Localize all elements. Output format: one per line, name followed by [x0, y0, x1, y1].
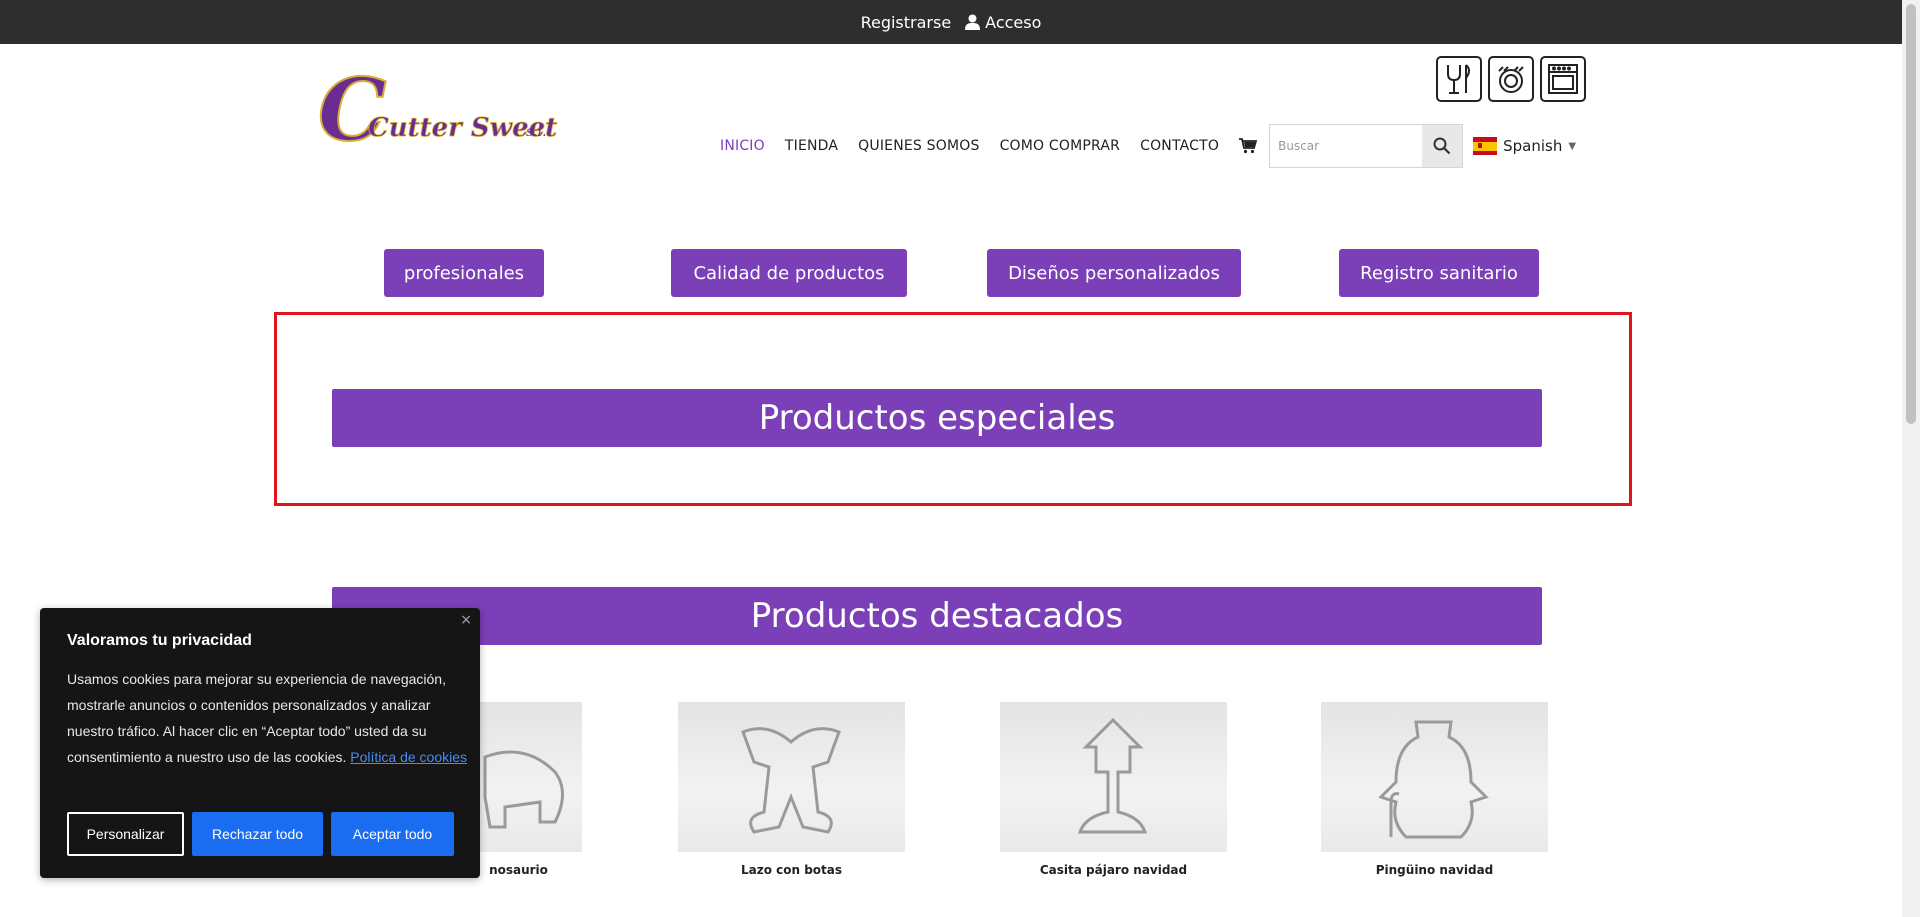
cookie-title: Valoramos tu privacidad	[67, 632, 252, 649]
oven-safe-icon	[1540, 56, 1586, 102]
featured-products-banner: Productos destacados	[332, 587, 1542, 645]
search-button[interactable]	[1422, 125, 1463, 167]
nav-item-como-comprar[interactable]: COMO COMPRAR	[1000, 138, 1121, 154]
scrollbar-thumb[interactable]	[1906, 4, 1916, 424]
cookie-buttons: Personalizar Rechazar todo Aceptar todo	[67, 812, 454, 856]
product-card: Pingüino navidad	[1321, 702, 1548, 877]
pill-profesionales[interactable]: profesionales	[384, 249, 544, 297]
close-icon[interactable]: ×	[460, 612, 472, 628]
pill-disenos-personalizados[interactable]: Diseños personalizados	[987, 249, 1241, 297]
site-logo[interactable]: C Cutter Sweet s.l.	[316, 59, 566, 162]
nav-item-tienda[interactable]: TIENDA	[785, 138, 838, 154]
cookie-body: Usamos cookies para mejorar su experienc…	[67, 666, 467, 770]
login-label: Acceso	[985, 12, 1042, 32]
user-icon	[965, 14, 981, 30]
product-card: Casita pájaro navidad	[1000, 702, 1227, 877]
reject-all-button[interactable]: Rechazar todo	[192, 812, 323, 856]
product-name[interactable]: Pingüino navidad	[1321, 863, 1548, 877]
special-products-banner: Productos especiales	[332, 389, 1542, 447]
pill-calidad-productos[interactable]: Calidad de productos	[671, 249, 907, 297]
accept-all-button[interactable]: Aceptar todo	[331, 812, 454, 856]
pill-registro-sanitario[interactable]: Registro sanitario	[1339, 249, 1539, 297]
caret-down-icon: ▼	[1568, 140, 1577, 152]
search-icon	[1433, 137, 1451, 155]
svg-text:s.l.: s.l.	[526, 124, 547, 140]
certification-icons	[1436, 56, 1586, 102]
top-bar: Registrarse Acceso	[0, 0, 1902, 44]
search-input[interactable]	[1270, 125, 1423, 167]
product-name[interactable]: Lazo con botas	[678, 863, 905, 877]
product-name[interactable]: Casita pájaro navidad	[1000, 863, 1227, 877]
login-link[interactable]: Acceso	[965, 13, 1041, 32]
nav-item-contacto[interactable]: CONTACTO	[1140, 138, 1219, 154]
language-selector[interactable]: Spanish ▼	[1473, 137, 1576, 155]
search-box	[1269, 124, 1464, 168]
product-image[interactable]	[1321, 702, 1548, 852]
register-link[interactable]: Registrarse	[861, 13, 952, 32]
language-label: Spanish	[1503, 137, 1563, 155]
nav-item-inicio[interactable]: INICIO	[720, 138, 765, 154]
nav-item-quienes-somos[interactable]: QUIENES SOMOS	[858, 138, 979, 154]
customize-button[interactable]: Personalizar	[67, 812, 184, 856]
product-card: Lazo con botas	[678, 702, 905, 877]
cookie-consent-dialog: × Valoramos tu privacidad Usamos cookies…	[40, 608, 480, 878]
dishwasher-safe-icon	[1488, 56, 1534, 102]
cookie-policy-link[interactable]: Política de cookies	[350, 749, 467, 765]
main-nav: INICIO TIENDA QUIENES SOMOS COMO COMPRAR…	[720, 124, 1576, 168]
cart-icon[interactable]	[1239, 138, 1258, 154]
product-image[interactable]	[678, 702, 905, 852]
product-image[interactable]	[1000, 702, 1227, 852]
spain-flag-icon	[1473, 137, 1498, 155]
page-scrollbar[interactable]	[1902, 0, 1920, 917]
food-safe-icon	[1436, 56, 1482, 102]
